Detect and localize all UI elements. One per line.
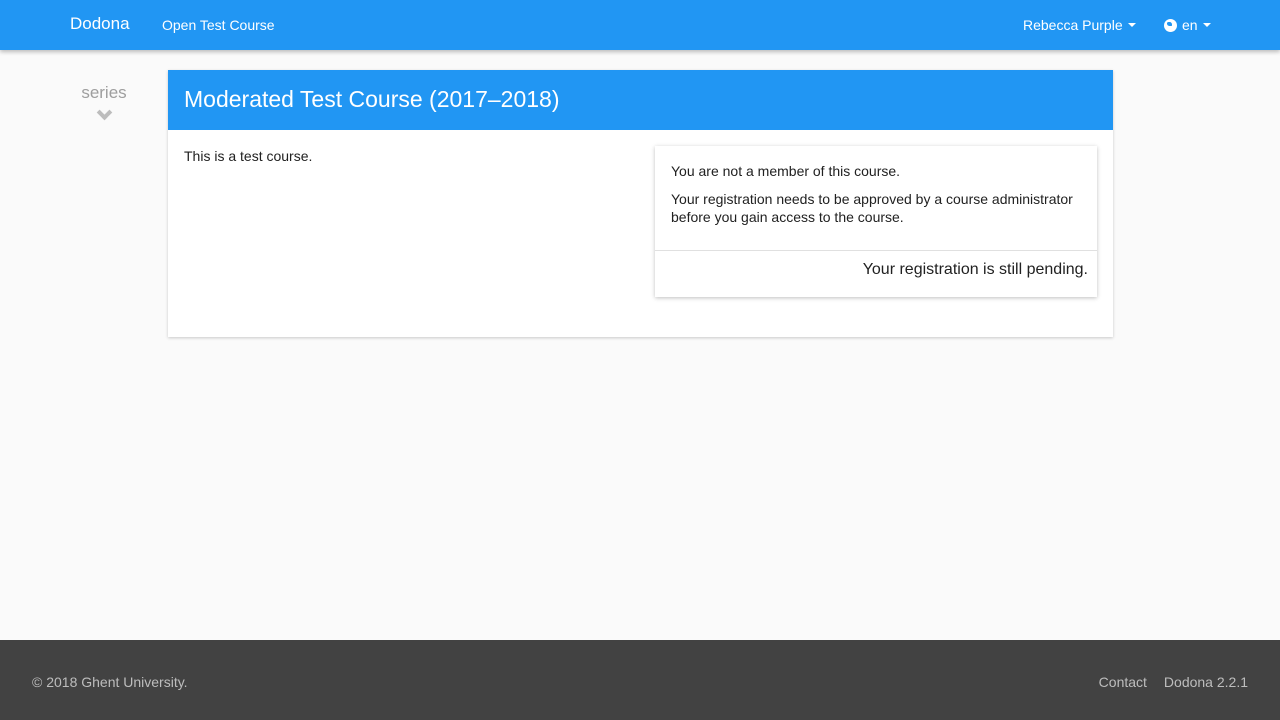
version-link[interactable]: Dodona 2.2.1 — [1164, 674, 1248, 690]
language-label: en — [1182, 17, 1198, 33]
course-card: Moderated Test Course (2017–2018) This i… — [168, 70, 1113, 337]
divider — [655, 250, 1097, 251]
series-navigation[interactable]: series — [72, 83, 136, 121]
user-name: Rebecca Purple — [1023, 17, 1123, 33]
registration-card: You are not a member of this course. You… — [655, 146, 1097, 297]
not-member-text: You are not a member of this course. — [671, 163, 901, 179]
registration-info: You are not a member of this course. You… — [655, 146, 1097, 226]
course-nav-link[interactable]: Open Test Course — [162, 17, 275, 33]
caret-down-icon — [1202, 23, 1211, 27]
user-menu-dropdown[interactable]: Rebecca Purple — [1023, 17, 1136, 33]
copyright-text: © 2018 Ghent University. — [32, 674, 188, 690]
chevron-down-icon[interactable] — [96, 104, 112, 121]
top-navbar: Dodona Open Test Course Rebecca Purple e… — [0, 0, 1280, 50]
language-dropdown[interactable]: en — [1164, 17, 1211, 33]
course-description: This is a test course. — [184, 148, 313, 164]
contact-link[interactable]: Contact — [1099, 674, 1147, 690]
series-label: series — [81, 83, 127, 102]
page-footer: © 2018 Ghent University. Contact Dodona … — [0, 640, 1280, 720]
brand-link[interactable]: Dodona — [70, 14, 130, 34]
course-title: Moderated Test Course (2017–2018) — [168, 70, 1113, 130]
registration-status: Your registration is still pending. — [862, 261, 1088, 278]
caret-down-icon — [1127, 23, 1136, 27]
globe-icon — [1164, 18, 1177, 32]
approval-note-text: Your registration needs to be approved b… — [671, 191, 1073, 225]
footer-links: Contact Dodona 2.2.1 — [1099, 674, 1248, 690]
